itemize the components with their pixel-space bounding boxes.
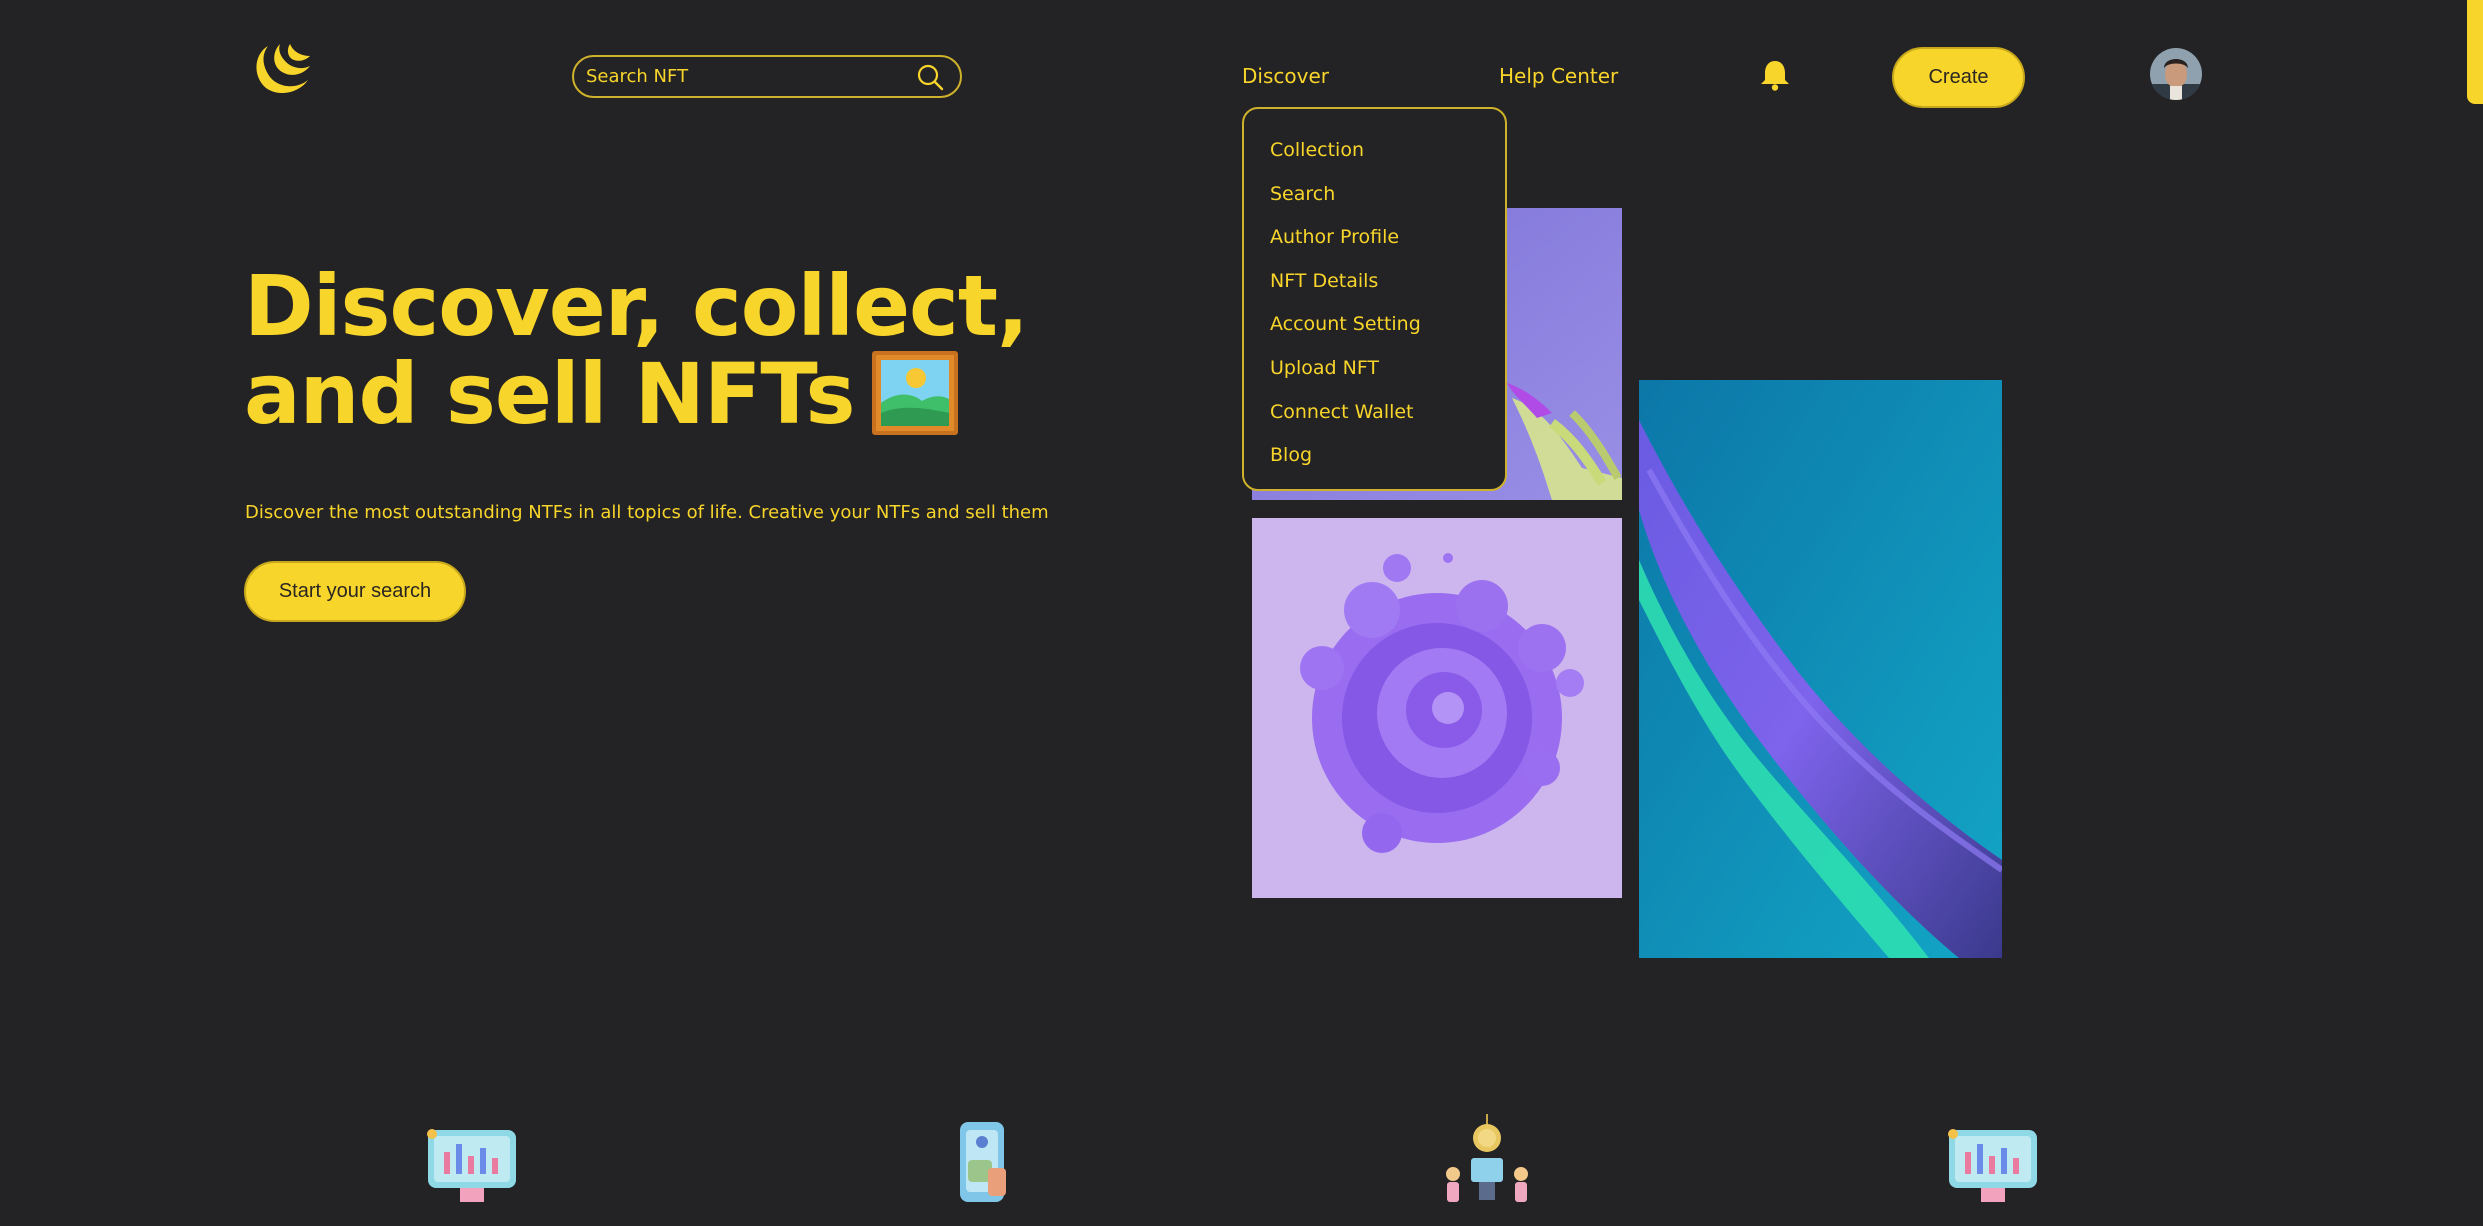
nft-artwork-teal-wave[interactable]: [1639, 380, 2002, 958]
chart-monitor-icon: [427, 1129, 516, 1202]
dropdown-item-search[interactable]: Search: [1270, 179, 1505, 223]
search-input[interactable]: Search NFT: [586, 66, 916, 87]
logo-icon[interactable]: [250, 40, 312, 96]
avatar[interactable]: [2150, 48, 2202, 100]
search-icon[interactable]: [916, 63, 944, 91]
nft-artwork-purple-swirl[interactable]: [1252, 518, 1622, 898]
discover-dropdown: Collection Search Author Profile NFT Det…: [1242, 107, 1507, 491]
dropdown-item-upload-nft[interactable]: Upload NFT: [1270, 353, 1505, 397]
chart-monitor-icon: [1948, 1129, 2037, 1202]
hero-title: Discover, collect, and sell NFTs: [244, 262, 1124, 438]
wallet-phone-icon: [960, 1122, 1006, 1202]
hero-title-text: and sell NFTs: [244, 345, 855, 443]
scrollbar-thumb[interactable]: [2467, 0, 2483, 104]
framed-picture-icon: [872, 351, 959, 435]
dropdown-item-collection[interactable]: Collection: [1270, 135, 1505, 179]
dropdown-item-nft-details[interactable]: NFT Details: [1270, 266, 1505, 310]
dropdown-item-author-profile[interactable]: Author Profile: [1270, 222, 1505, 266]
nav-discover[interactable]: Discover: [1242, 64, 1329, 88]
dropdown-item-account-setting[interactable]: Account Setting: [1270, 309, 1505, 353]
network-coin-icon: [1446, 1114, 1528, 1202]
hero-title-line-2: and sell NFTs: [244, 350, 1124, 438]
start-search-button[interactable]: Start your search: [244, 561, 466, 622]
bell-icon[interactable]: [1757, 58, 1793, 92]
search-bar[interactable]: Search NFT: [572, 55, 962, 98]
dropdown-item-blog[interactable]: Blog: [1270, 440, 1505, 484]
nav-help-center[interactable]: Help Center: [1499, 64, 1618, 88]
create-button[interactable]: Create: [1892, 47, 2025, 108]
hero-subtitle: Discover the most outstanding NTFs in al…: [245, 502, 1049, 523]
dropdown-item-connect-wallet[interactable]: Connect Wallet: [1270, 397, 1505, 441]
hero-title-line-1: Discover, collect,: [244, 257, 1029, 355]
